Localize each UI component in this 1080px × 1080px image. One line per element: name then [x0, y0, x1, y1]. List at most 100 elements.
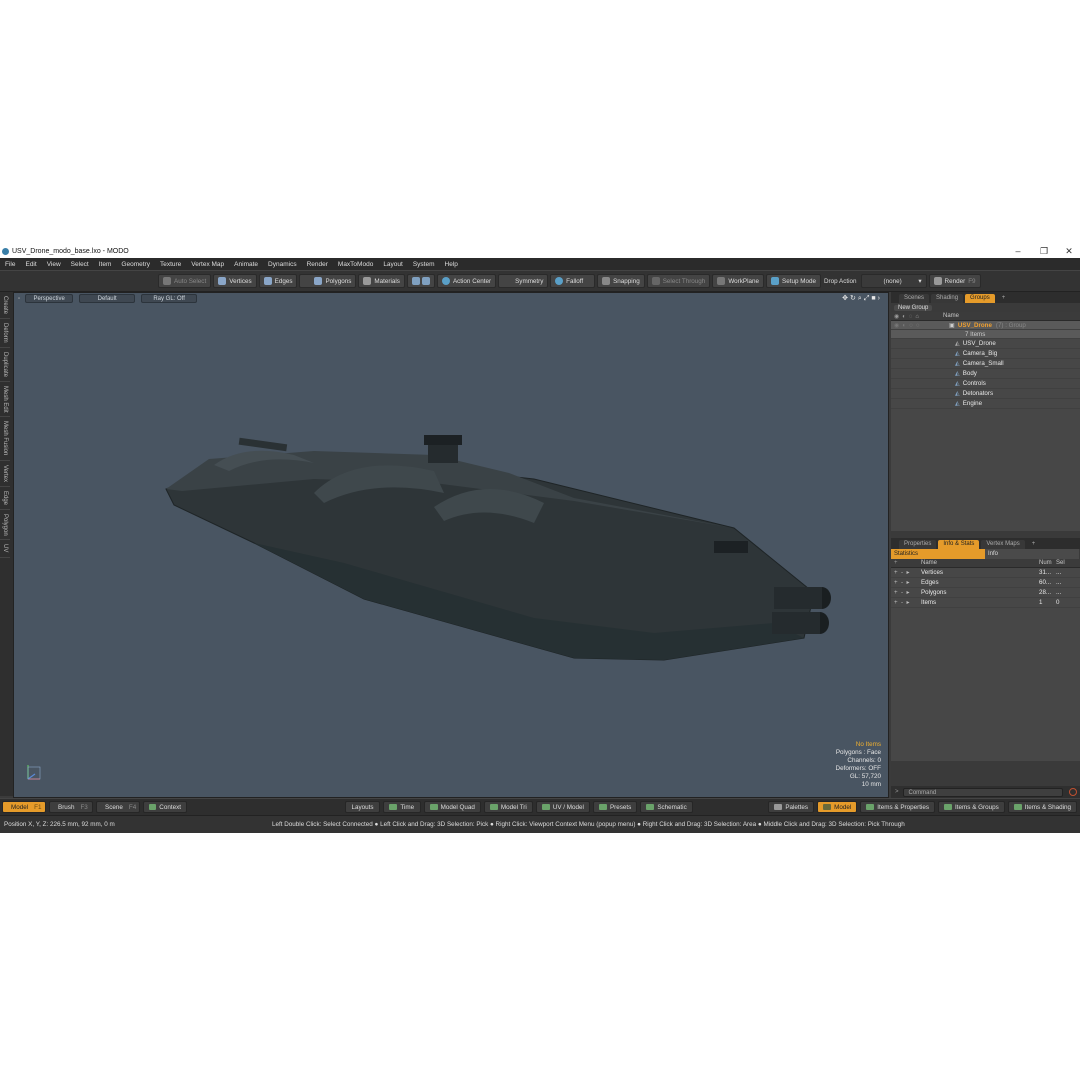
- model-layout-button[interactable]: Model F1: [2, 801, 46, 813]
- menu-edit[interactable]: Edit: [20, 261, 41, 268]
- menu-dynamics[interactable]: Dynamics: [263, 261, 302, 268]
- expand-icon[interactable]: + - ▸: [891, 599, 921, 606]
- selection-sets-button[interactable]: [406, 274, 435, 288]
- tab-polygon[interactable]: Polygon: [0, 510, 10, 541]
- polygons-button[interactable]: Polygons: [299, 274, 357, 288]
- subtab-info[interactable]: Info: [985, 549, 1079, 559]
- items-groups-button[interactable]: Items & Groups: [938, 801, 1005, 813]
- expand-icon[interactable]: + - ▸: [891, 589, 921, 596]
- items-properties-button[interactable]: Items & Properties: [860, 801, 936, 813]
- tab-shading[interactable]: Shading: [931, 294, 964, 303]
- snapping-button[interactable]: Snapping: [597, 274, 645, 288]
- edges-button[interactable]: Edges: [258, 274, 298, 288]
- subtab-statistics[interactable]: Statistics: [891, 549, 985, 559]
- menu-system[interactable]: System: [408, 261, 440, 268]
- list-item[interactable]: ◭ USV_Drone: [891, 339, 1080, 349]
- uv-model-button[interactable]: UV / Model: [535, 801, 590, 813]
- list-item[interactable]: ◭ Body: [891, 369, 1080, 379]
- render-button[interactable]: Render F9: [928, 274, 981, 288]
- tab-edge[interactable]: Edge: [0, 487, 10, 510]
- tab-uv[interactable]: UV: [0, 540, 10, 558]
- 3d-viewport[interactable]: ▫ Perspective Default Ray GL: Off ✥↻⌕⤢■›…: [13, 292, 889, 798]
- move-view-icon[interactable]: ✥: [842, 295, 850, 302]
- raygl-button[interactable]: Ray GL: Off: [141, 294, 198, 303]
- expand-icon[interactable]: + - ▸: [891, 569, 921, 576]
- table-row[interactable]: + - ▸ Polygons 28......: [891, 588, 1080, 598]
- tab-scenes[interactable]: Scenes: [899, 294, 930, 303]
- brush-layout-button[interactable]: Brush F3: [49, 801, 93, 813]
- vertices-button[interactable]: Vertices: [213, 274, 257, 288]
- layouts-button[interactable]: Layouts: [344, 801, 381, 813]
- maximize-button[interactable]: ❐: [1032, 245, 1056, 258]
- viewport-menu-icon[interactable]: ▫: [18, 296, 20, 302]
- model-quad-button[interactable]: Model Quad: [423, 801, 481, 813]
- menu-select[interactable]: Select: [66, 261, 94, 268]
- menu-texture[interactable]: Texture: [155, 261, 186, 268]
- group-row-usv-drone[interactable]: ◉◐○○ ▣ USV_Drone (7) : Group: [891, 321, 1080, 330]
- menu-animate[interactable]: Animate: [229, 261, 263, 268]
- table-row[interactable]: + - ▸ Edges 60......: [891, 578, 1080, 588]
- menu-maxtomodo[interactable]: MaxToModo: [333, 261, 378, 268]
- tab-create[interactable]: Create: [0, 292, 10, 320]
- tab-info-stats[interactable]: Info & Stats: [938, 540, 980, 549]
- table-row[interactable]: + - ▸ Items 1 0: [891, 598, 1080, 608]
- stats-sel-header[interactable]: Sel: [1056, 560, 1065, 566]
- stats-name-header[interactable]: Name: [921, 560, 1039, 566]
- items-shading-button[interactable]: Items & Shading: [1007, 801, 1077, 813]
- record-icon[interactable]: [1068, 788, 1077, 796]
- command-input[interactable]: Command: [902, 787, 1063, 797]
- shading-button[interactable]: Default: [79, 294, 136, 303]
- menu-item[interactable]: Item: [94, 261, 117, 268]
- select-through-button[interactable]: Select Through: [646, 274, 711, 288]
- context-layout-button[interactable]: Context: [143, 801, 187, 813]
- name-column-header[interactable]: Name: [943, 313, 959, 319]
- add-tab-button[interactable]: +: [997, 294, 1011, 303]
- new-group-button[interactable]: New Group: [894, 304, 933, 311]
- presets-button[interactable]: Presets: [592, 801, 638, 813]
- menu-geometry[interactable]: Geometry: [116, 261, 155, 268]
- row-toggle-icons[interactable]: ◉◐○○: [891, 322, 949, 329]
- palettes-button[interactable]: Palettes: [768, 801, 815, 813]
- more-view-icon[interactable]: ›: [878, 295, 882, 302]
- close-button[interactable]: ✕: [1057, 245, 1080, 258]
- list-item[interactable]: ◭ Controls: [891, 379, 1080, 389]
- projection-button[interactable]: Perspective: [25, 294, 74, 303]
- setup-mode-button[interactable]: Setup Mode: [766, 274, 821, 288]
- list-item[interactable]: ◭ Engine: [891, 399, 1080, 409]
- tab-duplicate[interactable]: Duplicate: [0, 348, 10, 382]
- menu-vertex-map[interactable]: Vertex Map: [186, 261, 229, 268]
- list-item[interactable]: ◭ Camera_Big: [891, 349, 1080, 359]
- tab-vertex-maps[interactable]: Vertex Maps: [981, 540, 1025, 549]
- falloff-button[interactable]: Falloff: [550, 274, 596, 288]
- list-item[interactable]: ◭ Camera_Small: [891, 359, 1080, 369]
- symmetry-button[interactable]: Symmetry: [498, 274, 549, 288]
- workplane-button[interactable]: WorkPlane: [712, 274, 764, 288]
- rotate-view-icon[interactable]: ↻: [850, 295, 858, 302]
- model-right-button[interactable]: Model: [817, 801, 858, 813]
- stats-num-header[interactable]: Num: [1039, 560, 1056, 566]
- minimize-button[interactable]: –: [1006, 245, 1030, 258]
- tab-properties[interactable]: Properties: [899, 540, 937, 549]
- tab-deform[interactable]: Deform: [0, 319, 10, 348]
- tab-vertex[interactable]: Vertex: [0, 461, 10, 487]
- add-tab-button[interactable]: +: [1027, 540, 1041, 549]
- model-tri-button[interactable]: Model Tri: [483, 801, 533, 813]
- menu-help[interactable]: Help: [440, 261, 463, 268]
- scene-layout-button[interactable]: Scene F4: [96, 801, 140, 813]
- schematic-button[interactable]: Schematic: [640, 801, 693, 813]
- table-row[interactable]: + - ▸ Vertices 31......: [891, 568, 1080, 578]
- menu-file[interactable]: File: [0, 261, 20, 268]
- auto-select-button[interactable]: Auto Select: [158, 274, 212, 288]
- menu-layout[interactable]: Layout: [378, 261, 408, 268]
- action-center-button[interactable]: Action Center: [436, 274, 497, 288]
- menu-render[interactable]: Render: [302, 261, 333, 268]
- drop-action-select[interactable]: (none) ▾: [860, 274, 927, 288]
- list-item[interactable]: ◭ Detonators: [891, 389, 1080, 399]
- tab-groups[interactable]: Groups: [965, 294, 995, 303]
- materials-button[interactable]: Materials: [358, 274, 405, 288]
- tab-mesh-edit[interactable]: Mesh Edit: [0, 382, 10, 418]
- time-layout-button[interactable]: Time: [383, 801, 421, 813]
- expand-icon[interactable]: + - ▸: [891, 579, 921, 586]
- tab-mesh-fusion[interactable]: Mesh Fusion: [0, 417, 10, 461]
- menu-view[interactable]: View: [42, 261, 66, 268]
